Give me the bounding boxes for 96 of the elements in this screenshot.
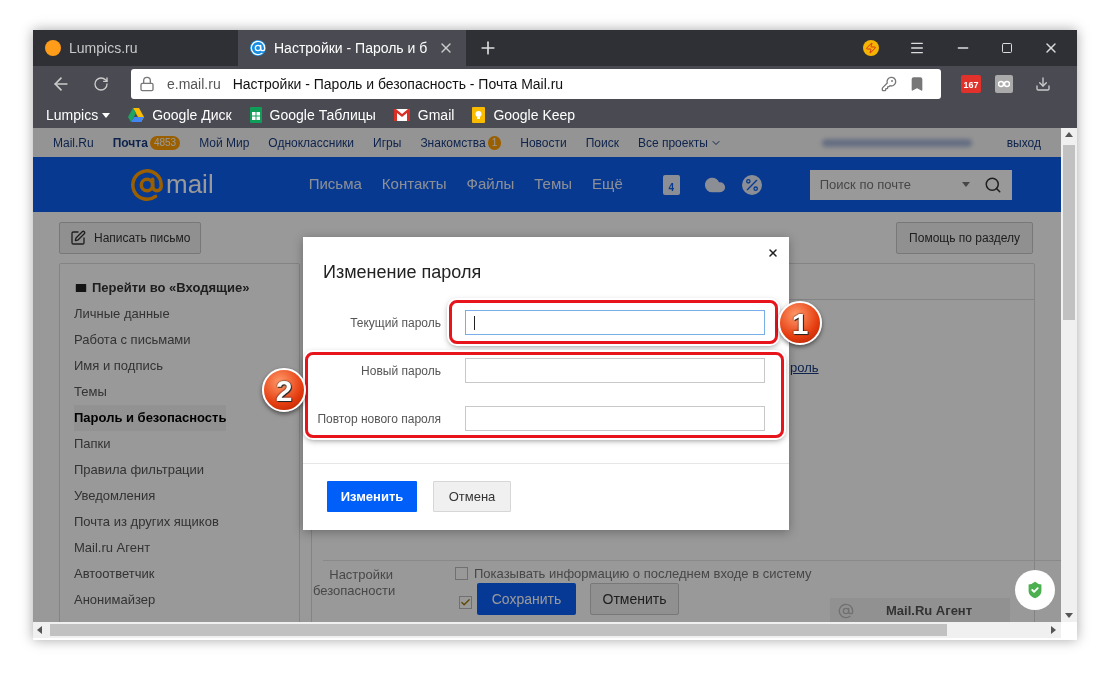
at-sign-icon — [250, 40, 266, 56]
sidebar-item[interactable]: Темы — [74, 379, 107, 405]
portal-nav-link[interactable]: Почта 4853 — [112, 133, 181, 152]
calendar-extension-icon[interactable]: 167 — [961, 75, 981, 93]
field-label: Текущий пароль — [349, 314, 441, 332]
checkbox[interactable] — [459, 596, 472, 609]
bookmark-link[interactable]: Google Keep — [493, 104, 576, 126]
field-label: Новый пароль — [360, 362, 441, 380]
compose-button[interactable]: Написать письмо — [59, 222, 202, 254]
portal-nav-link[interactable]: Игры — [373, 133, 402, 152]
calendar-icon[interactable]: 4 — [662, 174, 680, 195]
cancel-button[interactable]: Отменить — [590, 583, 679, 615]
count-badge: 1 — [487, 135, 502, 150]
bookmark-link[interactable]: Google Диск — [152, 104, 232, 126]
browser-tab[interactable]: Lumpics.ru — [33, 30, 238, 66]
sidebar-item[interactable]: Личные данные — [74, 301, 170, 327]
footer-label: Настройки безопасности — [313, 567, 393, 600]
sidebar-item[interactable]: Правила фильтрации — [74, 457, 205, 483]
portal-nav-link[interactable]: Все проекты — [637, 133, 722, 152]
dialog-title: Изменение пароля — [323, 261, 483, 284]
sidebar-item[interactable]: Папки — [74, 431, 111, 457]
text-cursor — [474, 315, 475, 330]
portal-nav-link[interactable]: Поиск — [585, 133, 619, 152]
count-badge: 4853 — [149, 135, 181, 150]
site-logo-icon — [45, 40, 61, 56]
address-domain: e.mail.ru — [167, 74, 221, 94]
envelope-icon — [393, 109, 410, 121]
save-button[interactable]: Сохранить — [477, 583, 576, 615]
edit-icon — [70, 230, 86, 246]
step-badge: 2 — [262, 368, 306, 412]
lightbulb-icon — [472, 107, 486, 123]
caret-icon[interactable] — [102, 112, 111, 118]
portal-nav-link[interactable]: Новости — [520, 133, 567, 152]
sidebar-item[interactable]: Имя и подпись — [74, 353, 163, 379]
close-icon[interactable] — [767, 247, 779, 259]
vertical-scrollbar[interactable] — [1061, 128, 1077, 622]
bookmark-link[interactable]: Google Таблицы — [269, 104, 376, 126]
extension-icon[interactable] — [995, 75, 1013, 93]
agent-panel[interactable]: Mail.Ru Агент — [830, 598, 1010, 622]
mail-nav-link[interactable]: Письма — [308, 173, 362, 196]
portal-nav-link[interactable]: Mail.Ru — [53, 133, 94, 152]
horizontal-scrollbar[interactable] — [33, 622, 1061, 638]
sidebar-item[interactable]: Работа с письмами — [74, 327, 191, 353]
reload-icon[interactable] — [93, 76, 109, 92]
browser-tab[interactable]: Настройки - Пароль и б — [238, 30, 466, 66]
portal-nav-link[interactable]: Одноклассники — [268, 133, 355, 152]
mail-nav-link[interactable]: Ещё — [592, 173, 623, 196]
mail-nav-link[interactable]: Контакты — [381, 173, 447, 196]
sidebar-item[interactable]: Mail.ru Агент — [74, 535, 151, 561]
checkbox[interactable] — [455, 567, 468, 581]
field-label: Повтор нового пароля — [316, 410, 441, 428]
search-icon[interactable] — [983, 175, 1002, 194]
lock-icon — [139, 76, 155, 92]
step-badge: 1 — [778, 301, 822, 345]
help-button[interactable]: Помощь по разделу — [896, 222, 1033, 254]
sidebar-item[interactable]: Анонимайзер — [74, 587, 156, 613]
envelope-icon — [74, 281, 88, 295]
mail-search-field[interactable]: Поиск по почте — [809, 169, 1012, 200]
mail-nav-link[interactable]: Файлы — [466, 173, 515, 196]
logout-link[interactable]: выход — [1006, 133, 1041, 152]
password-field[interactable] — [465, 358, 765, 383]
checkbox-label: Показывать информацию о последнем входе в систему — [474, 565, 812, 583]
logo-text: mail — [166, 168, 214, 201]
sidebar-item[interactable]: Почта из других ящиков — [74, 509, 219, 535]
portal-nav-link[interactable]: Знакомства 1 — [420, 133, 502, 152]
sidebar-item[interactable]: Пароль и безопасность — [74, 405, 227, 431]
spreadsheet-icon — [249, 107, 262, 123]
shield-icon[interactable] — [1015, 570, 1055, 610]
at-sign-icon — [838, 602, 854, 619]
portal-nav-link[interactable]: Мой Мир — [199, 133, 250, 152]
menu-icon[interactable] — [909, 40, 925, 56]
maximize-icon[interactable] — [1001, 42, 1013, 54]
mail-nav-link[interactable]: Темы — [534, 173, 573, 196]
lightning-icon[interactable] — [863, 40, 879, 56]
sidebar-item[interactable]: Перейти во «Входящие» — [74, 275, 250, 301]
scroll-up-icon[interactable] — [1065, 132, 1073, 137]
scroll-right-icon[interactable] — [1051, 626, 1056, 634]
bookmark-icon[interactable] — [909, 76, 925, 92]
bookmark-link[interactable]: Gmail — [417, 104, 455, 126]
password-field[interactable] — [465, 406, 765, 431]
key-icon[interactable] — [881, 76, 897, 92]
change-password-link[interactable]: роль — [790, 358, 819, 378]
download-icon[interactable] — [1035, 76, 1051, 92]
sidebar-item[interactable]: Уведомления — [74, 483, 156, 509]
scroll-down-icon[interactable] — [1065, 613, 1073, 618]
drive-icon — [128, 108, 145, 122]
bookmark-link[interactable]: Lumpics — [46, 104, 111, 126]
password-field[interactable] — [465, 310, 765, 335]
page-title: Настройки - Пароль и безопасность - Почта Mail.ru — [232, 74, 565, 94]
percent-icon[interactable] — [741, 174, 762, 195]
cancel-button[interactable]: Отмена — [433, 481, 511, 512]
address-bar[interactable]: e.mail.ru Настройки - Пароль и безопасность - Почта Mail.ru — [131, 69, 941, 99]
scroll-left-icon[interactable] — [37, 626, 42, 634]
sidebar-item[interactable]: Автоответчик — [74, 561, 155, 587]
at-sign-logo-icon — [130, 167, 164, 202]
change-button[interactable]: Изменить — [327, 481, 417, 512]
